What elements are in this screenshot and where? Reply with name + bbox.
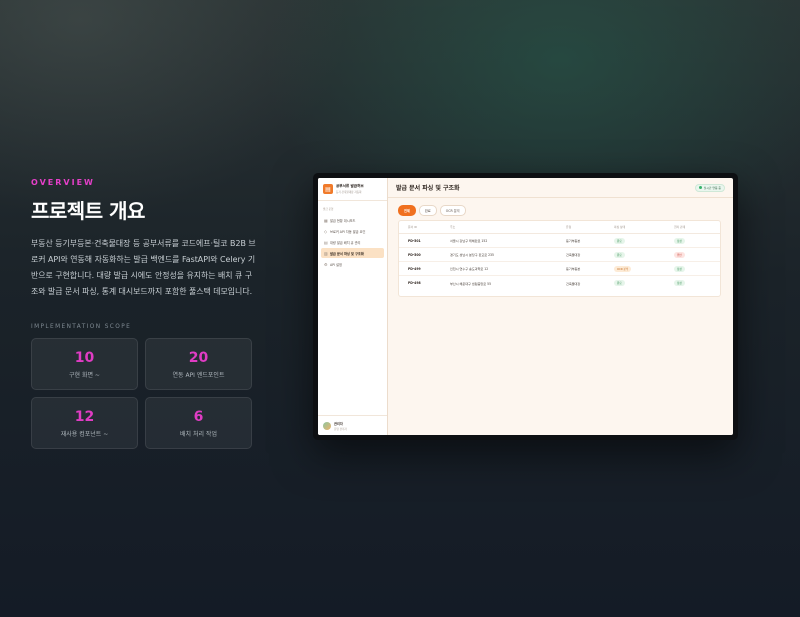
- user-role: 운영 관리자: [334, 427, 347, 431]
- stat-value: 12: [74, 408, 95, 425]
- filter-chip-ocr[interactable]: OCR 분석: [439, 205, 466, 216]
- overview-section: OVERVIEW 프로젝트 개요 부동산 등기부등본·건축물대장 등 공부서류를…: [31, 178, 271, 449]
- stat-card-batch: 6 배치 처리 작업: [145, 397, 252, 449]
- sidebar-item-api-settings[interactable]: ⚙ API 설정: [321, 259, 384, 269]
- topbar: 발급 문서 파싱 및 구조화 실시간 연동 중: [388, 178, 733, 198]
- column-header: 문서 ID: [408, 225, 418, 229]
- stat-value: 6: [193, 408, 204, 425]
- doc-id: PD-499: [408, 266, 421, 271]
- table-row[interactable]: PD-500 경기도 성남시 분당구 판교로 235 건축물대장 완료 위반: [399, 248, 720, 262]
- table-row[interactable]: PD-498 부산시 해운대구 센텀중앙로 55 건축물대장 완료 정상: [399, 276, 720, 290]
- doc-address: 경기도 성남시 분당구 판교로 235: [450, 253, 494, 257]
- doc-type: 건축물대장: [566, 253, 581, 257]
- document-icon: ▤: [323, 184, 333, 194]
- brand: ▤ 공부서류 발급허브 등기·건축물대장 자동화: [318, 178, 387, 201]
- filter-chip-all[interactable]: 전체: [398, 205, 416, 216]
- doc-id: PD-498: [408, 281, 421, 285]
- brand-subtitle: 등기·건축물대장 자동화: [336, 191, 362, 194]
- stat-label: 구현 화면 ~: [69, 371, 100, 379]
- parse-status-badge: 완료: [614, 237, 625, 244]
- filter-chips: 전체 완료 OCR 분석: [388, 198, 733, 216]
- stat-value: 20: [188, 349, 209, 366]
- stat-card-components: 12 재사용 컴포넌트 ~: [31, 397, 138, 449]
- user-name: 관리자: [334, 421, 343, 426]
- parse-status-badge: 완료: [614, 251, 625, 258]
- table-row[interactable]: PD-499 인천시 연수구 송도과학로 12 등기부등본 OCR 분석 정상: [399, 262, 720, 276]
- stat-card-screens: 10 구현 화면 ~: [31, 338, 138, 390]
- rights-badge: 정상: [674, 280, 685, 286]
- doc-id: PD-501: [408, 238, 421, 243]
- page-title: 발급 문서 파싱 및 구조화: [396, 185, 460, 192]
- doc-address: 인천시 연수구 송도과학로 12: [450, 267, 489, 271]
- sidebar-item-label: 브로커 API 자동 발급 요인: [330, 229, 366, 234]
- sidebar-item-label: 대량 발급 배치 큐 관리: [330, 240, 361, 245]
- eyebrow: OVERVIEW: [31, 178, 95, 187]
- stat-label: 연동 API 엔드포인트: [172, 371, 225, 379]
- doc-type: 등기부등본: [566, 239, 581, 243]
- doc-type: 건축물대장: [566, 281, 581, 286]
- sidebar-item-label: API 설정: [330, 262, 342, 267]
- sidebar-item-parsing[interactable]: ▥ 발급 문서 파싱 및 구조화: [321, 248, 384, 258]
- table-header: 문서 ID 주소 유형 파싱 상태 권리 관계: [399, 221, 720, 234]
- table-row[interactable]: PD-501 서울시 강남구 테헤란로 152 등기부등본 완료 정상: [399, 234, 720, 248]
- rights-badge: 위반: [674, 251, 685, 258]
- documents-table: 문서 ID 주소 유형 파싱 상태 권리 관계 PD-501 서울시 강남구 테…: [398, 220, 721, 297]
- parse-status-badge: 완료: [614, 280, 625, 286]
- main-content: 발급 문서 파싱 및 구조화 실시간 연동 중 전체 완료 OCR 분석 문서 …: [388, 178, 733, 435]
- rights-badge: 정상: [674, 237, 685, 244]
- doc-id: PD-500: [408, 252, 421, 257]
- doc-type: 등기부등본: [566, 267, 581, 271]
- status-badge-label: 실시간 연동 중: [703, 185, 721, 190]
- nav-section-label: 발급 운영: [323, 208, 334, 211]
- scope-label: IMPLEMENTATION SCOPE: [31, 324, 132, 330]
- stat-value: 10: [74, 349, 95, 366]
- stat-card-api: 20 연동 API 엔드포인트: [145, 338, 252, 390]
- user-profile[interactable]: 관리자 운영 관리자: [318, 415, 387, 435]
- section-title: 프로젝트 개요: [31, 199, 145, 223]
- stats-grid: 10 구현 화면 ~ 20 연동 API 엔드포인트 12 재사용 컴포넌트 ~…: [31, 338, 271, 449]
- rights-badge: 정상: [674, 265, 685, 272]
- column-header: 유형: [566, 225, 572, 229]
- column-header: 주소: [450, 225, 456, 229]
- sidebar-item-batch-queue[interactable]: ▤ 대량 발급 배치 큐 관리: [321, 237, 384, 247]
- filter-chip-done[interactable]: 완료: [418, 205, 437, 216]
- brand-title: 공부서류 발급허브: [336, 184, 364, 188]
- parse-status-badge: OCR 분석: [614, 265, 632, 272]
- live-dot-icon: [698, 186, 702, 189]
- sidebar-item-broker-api[interactable]: ◇ 브로커 API 자동 발급 요인: [321, 226, 384, 236]
- sidebar-item-label: 발급 문서 파싱 및 구조화: [330, 251, 364, 256]
- sidebar: ▤ 공부서류 발급허브 등기·건축물대장 자동화 발급 운영 ▦ 발급 현황 대…: [318, 178, 388, 435]
- doc-address: 부산시 해운대구 센텀중앙로 55: [450, 281, 492, 286]
- status-badge: 실시간 연동 중: [694, 183, 725, 192]
- doc-address: 서울시 강남구 테헤란로 152: [450, 239, 488, 243]
- column-header: 권리 관계: [674, 225, 686, 229]
- sidebar-item-dashboard[interactable]: ▦ 발급 현황 대시보드: [321, 215, 384, 225]
- device-mockup: ▤ 공부서류 발급허브 등기·건축물대장 자동화 발급 운영 ▦ 발급 현황 대…: [313, 173, 738, 440]
- column-header: 파싱 상태: [614, 225, 626, 229]
- stat-label: 배치 처리 작업: [180, 430, 217, 438]
- sidebar-item-label: 발급 현황 대시보드: [330, 218, 356, 223]
- avatar: [323, 421, 331, 430]
- stat-label: 재사용 컴포넌트 ~: [60, 430, 109, 438]
- app-screen: ▤ 공부서류 발급허브 등기·건축물대장 자동화 발급 운영 ▦ 발급 현황 대…: [318, 178, 733, 435]
- description: 부동산 등기부등본·건축물대장 등 공부서류를 코드에프·틸코 B2B 브로커 …: [31, 239, 256, 296]
